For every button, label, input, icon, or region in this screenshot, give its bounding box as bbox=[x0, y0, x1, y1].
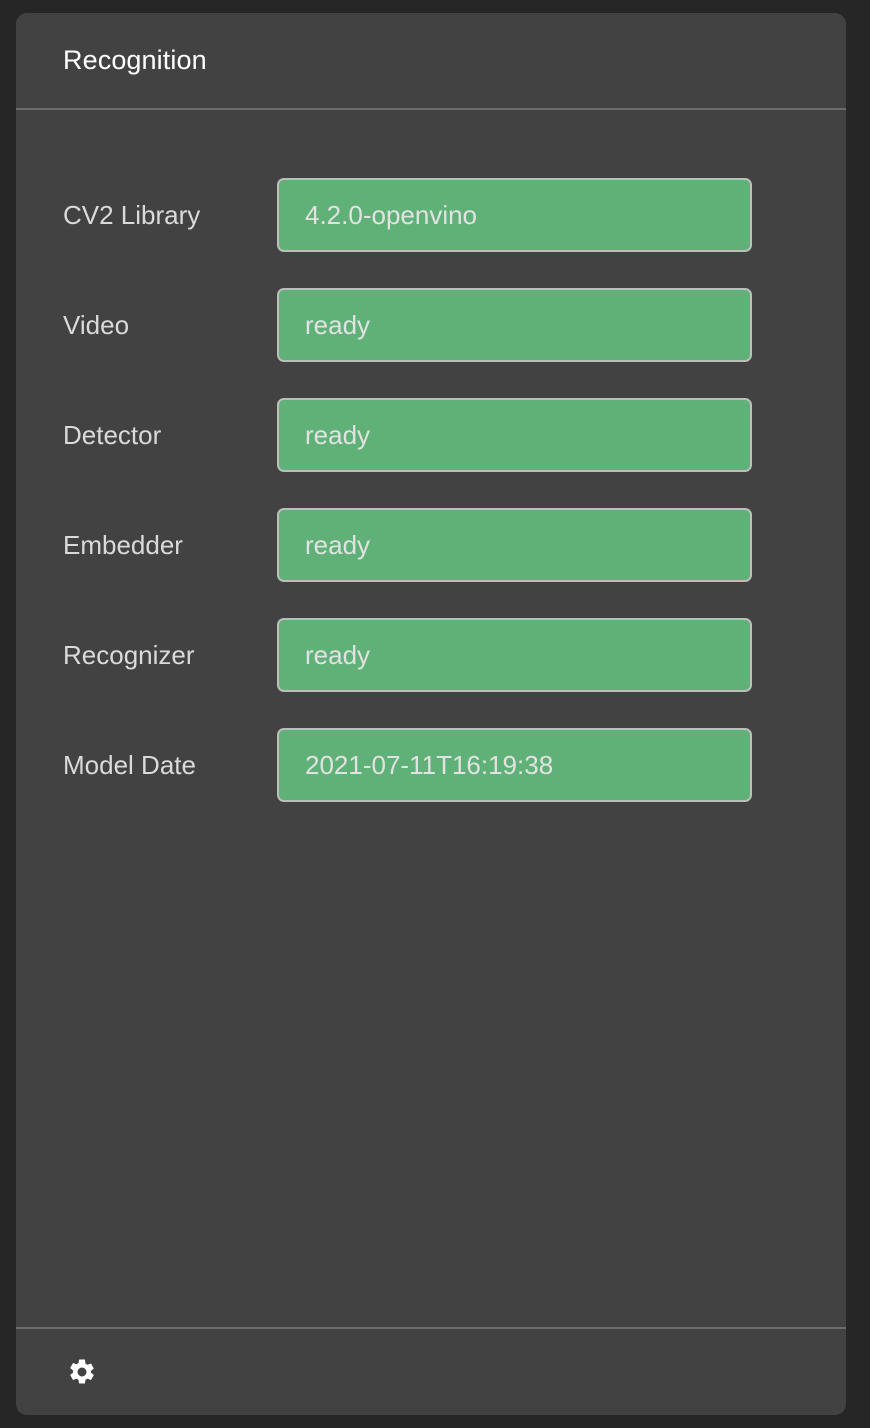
status-badge-embedder: ready bbox=[277, 508, 752, 582]
settings-button[interactable] bbox=[62, 1352, 102, 1392]
page-title: Recognition bbox=[63, 45, 207, 75]
recognition-panel: Recognition CV2 Library 4.2.0-openvino V… bbox=[16, 13, 846, 1415]
status-row-recognizer: Recognizer ready bbox=[16, 600, 846, 710]
status-row-embedder: Embedder ready bbox=[16, 490, 846, 600]
status-badge-detector: ready bbox=[277, 398, 752, 472]
status-label: Detector bbox=[63, 420, 162, 450]
status-badge-recognizer: ready bbox=[277, 618, 752, 692]
status-label: Embedder bbox=[63, 530, 183, 560]
status-row-cv2-library: CV2 Library 4.2.0-openvino bbox=[16, 160, 846, 270]
status-badge-video: ready bbox=[277, 288, 752, 362]
panel-header: Recognition bbox=[16, 13, 846, 110]
panel-body: CV2 Library 4.2.0-openvino Video ready D… bbox=[16, 110, 846, 1327]
status-label: Video bbox=[63, 310, 130, 340]
panel-footer bbox=[16, 1327, 846, 1415]
gear-icon bbox=[67, 1357, 97, 1387]
status-label: Recognizer bbox=[63, 640, 195, 670]
status-label: Model Date bbox=[63, 750, 196, 780]
app-root: Recognition CV2 Library 4.2.0-openvino V… bbox=[0, 0, 870, 1428]
status-label: CV2 Library bbox=[63, 200, 201, 230]
status-row-video: Video ready bbox=[16, 270, 846, 380]
status-row-model-date: Model Date 2021-07-11T16:19:38 bbox=[16, 710, 846, 820]
status-row-detector: Detector ready bbox=[16, 380, 846, 490]
status-badge-model-date: 2021-07-11T16:19:38 bbox=[277, 728, 752, 802]
status-list: CV2 Library 4.2.0-openvino Video ready D… bbox=[16, 160, 846, 820]
status-badge-cv2-library: 4.2.0-openvino bbox=[277, 178, 752, 252]
